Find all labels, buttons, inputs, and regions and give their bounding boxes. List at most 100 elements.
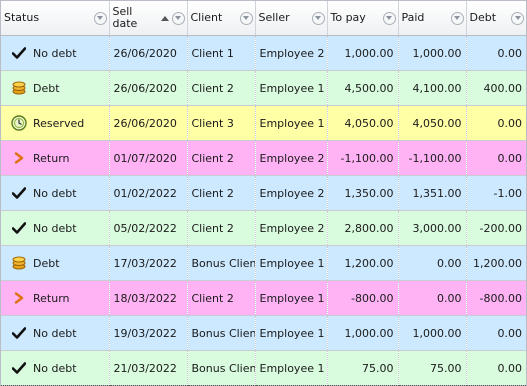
filter-icon[interactable]	[311, 11, 325, 25]
filter-icon[interactable]	[239, 11, 253, 25]
client-cell[interactable]: Client 2	[187, 140, 256, 176]
check-icon	[5, 327, 33, 339]
debt-cell[interactable]: 0.00	[466, 315, 526, 351]
status-cell[interactable]: Reserved	[1, 105, 110, 141]
client-cell[interactable]: Client 2	[187, 280, 256, 316]
paid-cell[interactable]: 0.00	[398, 245, 467, 281]
status-cell[interactable]: No debt	[1, 175, 110, 211]
to-pay-cell[interactable]: -800.00	[327, 280, 399, 316]
status-cell[interactable]: Return	[1, 140, 110, 176]
sell-date-cell[interactable]: 05/02/2022	[109, 210, 188, 246]
seller-cell[interactable]: Employee 2	[255, 175, 328, 211]
to-pay-cell[interactable]: 1,000.00	[327, 315, 399, 351]
to-pay-cell[interactable]: 1,000.00	[327, 35, 399, 71]
column-header-5[interactable]: To pay	[327, 1, 399, 36]
status-cell[interactable]: No debt	[1, 350, 110, 386]
debt-cell[interactable]: -200.00	[466, 210, 526, 246]
column-header-6[interactable]: Paid	[398, 1, 467, 36]
paid-cell[interactable]: 1,000.00	[398, 35, 467, 71]
status-cell[interactable]: Return	[1, 280, 110, 316]
paid-cell[interactable]: 0.00	[398, 280, 467, 316]
seller-cell[interactable]: Employee 1	[255, 315, 328, 351]
status-cell[interactable]: No debt	[1, 315, 110, 351]
client-cell[interactable]: Client 2	[187, 70, 256, 106]
client-cell[interactable]: Client 3	[187, 105, 256, 141]
seller-cell[interactable]: Employee 1	[255, 70, 328, 106]
table-row[interactable]: Return 01/07/2020 Client 2 Employee 2 -1,100…	[1, 140, 526, 176]
paid-cell[interactable]: -1,100.00	[398, 140, 467, 176]
client-cell[interactable]: Client 2	[187, 210, 256, 246]
filter-icon[interactable]	[93, 11, 107, 25]
coins-icon	[5, 256, 33, 270]
table-row[interactable]: Debt 26/06/2020 Client 2 Employee 1 4,500.00…	[1, 70, 526, 106]
client-cell[interactable]: Client 2	[187, 175, 256, 211]
column-header-1[interactable]: Status	[1, 1, 110, 36]
status-cell[interactable]: No debt	[1, 210, 110, 246]
paid-cell[interactable]: 4,100.00	[398, 70, 467, 106]
seller-cell[interactable]: Employee 1	[255, 245, 328, 281]
client-cell[interactable]: Bonus Client	[187, 315, 256, 351]
sell-date-cell[interactable]: 19/03/2022	[109, 315, 188, 351]
filter-icon[interactable]	[382, 11, 396, 25]
sort-ascending-icon[interactable]	[160, 15, 169, 21]
paid-cell[interactable]: 1,000.00	[398, 315, 467, 351]
sell-date-cell[interactable]: 17/03/2022	[109, 245, 188, 281]
filter-icon[interactable]	[171, 11, 185, 25]
status-cell[interactable]: No debt	[1, 35, 110, 71]
debt-cell[interactable]: 1,200.00	[466, 245, 526, 281]
sell-date-cell[interactable]: 26/06/2020	[109, 105, 188, 141]
debt-cell[interactable]: 0.00	[466, 35, 526, 71]
to-pay-cell[interactable]: 75.00	[327, 350, 399, 386]
sell-date-cell[interactable]: 26/06/2020	[109, 70, 188, 106]
table-row[interactable]: No debt 26/06/2020 Client 1 Employee 2 1,000…	[1, 35, 526, 71]
paid-cell[interactable]: 1,351.00	[398, 175, 467, 211]
seller-cell[interactable]: Employee 1	[255, 105, 328, 141]
check-icon	[5, 47, 33, 59]
debt-cell[interactable]: -800.00	[466, 280, 526, 316]
check-icon	[5, 362, 33, 374]
sell-date-cell[interactable]: 26/06/2020	[109, 35, 188, 71]
sell-date-cell[interactable]: 01/02/2022	[109, 175, 188, 211]
debt-cell[interactable]: -1.00	[466, 175, 526, 211]
seller-cell[interactable]: Employee 1	[255, 350, 328, 386]
client-cell[interactable]: Bonus Client	[187, 245, 256, 281]
seller-cell[interactable]: Employee 2	[255, 210, 328, 246]
to-pay-cell[interactable]: -1,100.00	[327, 140, 399, 176]
debt-cell[interactable]: 0.00	[466, 140, 526, 176]
table-row[interactable]: Reserved 26/06/2020 Client 3 Employee 1 4,05…	[1, 105, 526, 141]
table-row[interactable]: Return 18/03/2022 Client 2 Employee 1 -800.0…	[1, 280, 526, 316]
seller-cell[interactable]: Employee 2	[255, 35, 328, 71]
status-cell[interactable]: Debt	[1, 245, 110, 281]
column-header-4[interactable]: Seller	[255, 1, 328, 36]
seller-cell[interactable]: Employee 1	[255, 280, 328, 316]
debt-cell[interactable]: 0.00	[466, 350, 526, 386]
client-cell[interactable]: Client 1	[187, 35, 256, 71]
sell-date-cell[interactable]: 18/03/2022	[109, 280, 188, 316]
table-row[interactable]: Debt 17/03/2022 Bonus Client Employee 1 1,20…	[1, 245, 526, 281]
paid-cell[interactable]: 3,000.00	[398, 210, 467, 246]
filter-icon[interactable]	[511, 11, 524, 25]
to-pay-cell[interactable]: 2,800.00	[327, 210, 399, 246]
column-header-2[interactable]: Sell date	[109, 1, 188, 36]
to-pay-cell[interactable]: 1,200.00	[327, 245, 399, 281]
to-pay-cell[interactable]: 4,500.00	[327, 70, 399, 106]
table-row[interactable]: No debt 01/02/2022 Client 2 Employee 2 1,350…	[1, 175, 526, 211]
seller-cell[interactable]: Employee 2	[255, 140, 328, 176]
client-cell[interactable]: Bonus Client	[187, 350, 256, 386]
sell-date-cell[interactable]: 01/07/2020	[109, 140, 188, 176]
sell-date-cell[interactable]: 21/03/2022	[109, 350, 188, 386]
table-row[interactable]: No debt 21/03/2022 Bonus Client Employee 17…	[1, 350, 526, 386]
table-row[interactable]: No debt 19/03/2022 Bonus Client Employee 11…	[1, 315, 526, 351]
status-cell[interactable]: Debt	[1, 70, 110, 106]
debt-cell[interactable]: 0.00	[466, 105, 526, 141]
to-pay-cell[interactable]: 1,350.00	[327, 175, 399, 211]
table-row[interactable]: No debt 05/02/2022 Client 2 Employee 2 2,800…	[1, 210, 526, 246]
paid-cell[interactable]: 75.00	[398, 350, 467, 386]
paid-cell[interactable]: 4,050.00	[398, 105, 467, 141]
column-header-label: Sell date	[112, 5, 138, 30]
column-header-3[interactable]: Client	[187, 1, 256, 36]
to-pay-cell[interactable]: 4,050.00	[327, 105, 399, 141]
filter-icon[interactable]	[450, 11, 464, 25]
debt-cell[interactable]: 400.00	[466, 70, 526, 106]
column-header-7[interactable]: Debt	[466, 1, 526, 36]
